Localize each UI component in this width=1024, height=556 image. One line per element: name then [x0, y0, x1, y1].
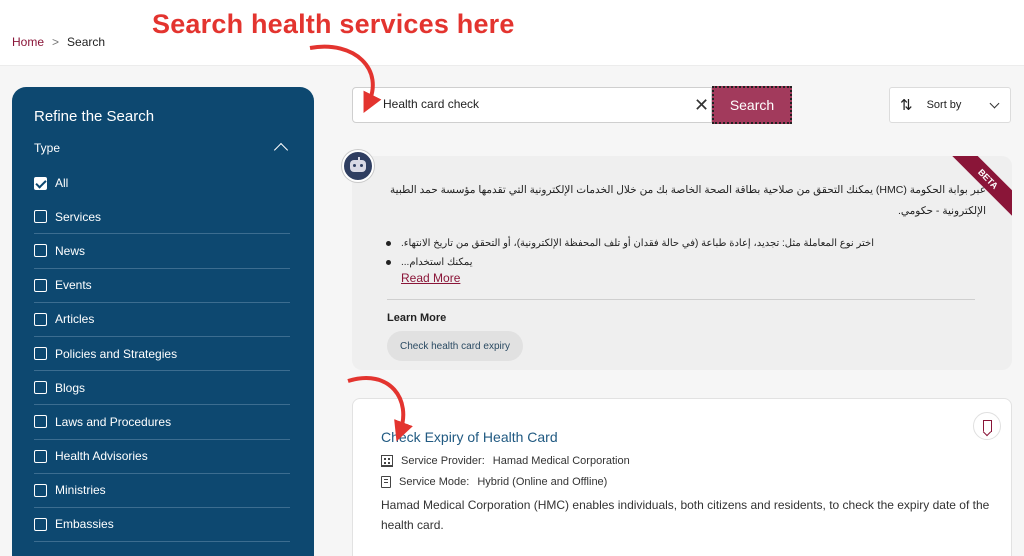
filter-checkbox-articles[interactable] — [34, 312, 47, 326]
breadcrumb-home-link[interactable]: Home — [12, 35, 44, 49]
filter-checkbox-news[interactable] — [34, 244, 47, 258]
filter-checkbox-services[interactable] — [34, 210, 47, 224]
bookmark-icon — [982, 420, 992, 432]
filter-label: Embassies — [55, 517, 114, 532]
sidebar-title: Refine the Search — [34, 108, 155, 125]
service-provider-value: Hamad Medical Corporation — [492, 455, 630, 467]
filter-checkbox-events[interactable] — [34, 278, 47, 292]
filter-label: All — [55, 176, 69, 191]
result-title-link[interactable]: Check Expiry of Health Card — [381, 429, 558, 445]
filter-checkbox-blogs[interactable] — [34, 381, 47, 395]
service-mode-label: Service Mode: — [399, 476, 470, 488]
filter-item-all[interactable]: All — [34, 166, 290, 200]
service-provider-row: Service Provider: Hamad Medical Corporat… — [381, 455, 630, 467]
sort-label: Sort by — [926, 99, 962, 111]
list-item: يمكنك استخدام... — [376, 253, 976, 272]
search-box: ✕ — [352, 87, 712, 123]
filter-item-laws[interactable]: Laws and Procedures — [34, 405, 290, 440]
filter-item-news[interactable]: News — [34, 234, 290, 269]
filter-label: News — [55, 243, 86, 258]
bullet-text: يمكنك استخدام... — [401, 257, 473, 268]
bot-face — [350, 160, 366, 172]
type-filter-label: Type — [34, 140, 61, 155]
filter-checkbox-laws[interactable] — [34, 415, 47, 429]
filter-label: Ministries — [55, 483, 106, 498]
search-input[interactable] — [383, 97, 683, 111]
filter-item-health-advisories[interactable]: Health Advisories — [34, 440, 290, 474]
filter-label: Events — [55, 278, 92, 293]
list-item: اختر نوع المعاملة مثل: تجديد، إعادة طباع… — [376, 234, 976, 253]
chevron-right-icon: > — [52, 35, 60, 49]
refine-sidebar: Refine the Search Type All Services News… — [12, 87, 314, 556]
search-button[interactable]: Search — [712, 86, 792, 124]
filter-checkbox-all[interactable] — [34, 176, 47, 190]
ai-answer-bullets: اختر نوع المعاملة مثل: تجديد، إعادة طباع… — [376, 234, 976, 272]
filter-item-articles[interactable]: Articles — [34, 303, 290, 337]
filter-item-blogs[interactable]: Blogs — [34, 371, 290, 406]
filter-item-services[interactable]: Services — [34, 200, 290, 235]
filter-checkbox-ministries[interactable] — [34, 483, 47, 497]
filter-checkbox-policies[interactable] — [34, 347, 47, 361]
filter-item-ministries[interactable]: Ministries — [34, 474, 290, 508]
sort-dropdown[interactable]: ⇅ Sort by — [889, 87, 1011, 123]
service-provider-label: Service Provider: — [401, 455, 485, 467]
search-result-card: Check Expiry of Health Card Service Prov… — [352, 398, 1012, 556]
divider — [387, 299, 975, 300]
clear-icon[interactable]: ✕ — [694, 96, 709, 114]
ai-answer-card: BETA عبر بوابة الحكومة (HMC) يمكنك التحق… — [352, 156, 1012, 370]
suggestion-chip[interactable]: Check health card expiry — [387, 331, 524, 361]
service-mode-value: Hybrid (Online and Offline) — [477, 476, 608, 488]
filter-item-events[interactable]: Events — [34, 269, 290, 303]
filter-checkbox-embassies[interactable] — [34, 517, 47, 531]
service-mode-row: Service Mode: Hybrid (Online and Offline… — [381, 476, 607, 488]
chevron-up-icon[interactable] — [273, 142, 289, 158]
bookmark-button[interactable] — [973, 412, 1001, 440]
type-filter-list: All Services News Events Articles Polici… — [34, 166, 290, 543]
bullet-icon — [386, 241, 391, 246]
filter-label: Articles — [55, 312, 95, 327]
building-icon — [381, 455, 393, 467]
ai-answer-paragraph: عبر بوابة الحكومة (HMC) يمكنك التحقق من … — [390, 184, 986, 217]
bullet-text: اختر نوع المعاملة مثل: تجديد، إعادة طباع… — [401, 238, 874, 249]
sort-icon: ⇅ — [900, 97, 913, 114]
bullet-icon — [386, 260, 391, 265]
read-more-link[interactable]: Read More — [401, 271, 460, 285]
type-filter-header[interactable]: Type — [34, 140, 290, 158]
breadcrumb: Home > Search — [12, 35, 105, 49]
assistant-bot-icon — [342, 150, 374, 182]
chevron-down-icon — [989, 98, 1000, 109]
document-icon — [381, 476, 391, 488]
result-description: Hamad Medical Corporation (HMC) enables … — [381, 498, 990, 532]
filter-label: Blogs — [55, 380, 86, 395]
filter-item-policies[interactable]: Policies and Strategies — [34, 337, 290, 372]
filter-label: Laws and Procedures — [55, 414, 172, 429]
filter-label: Health Advisories — [55, 449, 148, 464]
breadcrumb-current: Search — [67, 35, 106, 49]
annotation-title: Search health services here — [152, 9, 515, 39]
filter-label: Policies and Strategies — [55, 346, 178, 361]
filter-checkbox-health-advisories[interactable] — [34, 449, 47, 463]
filter-label: Services — [55, 209, 102, 224]
filter-item-embassies[interactable]: Embassies — [34, 508, 290, 543]
learn-more-heading: Learn More — [387, 312, 447, 324]
